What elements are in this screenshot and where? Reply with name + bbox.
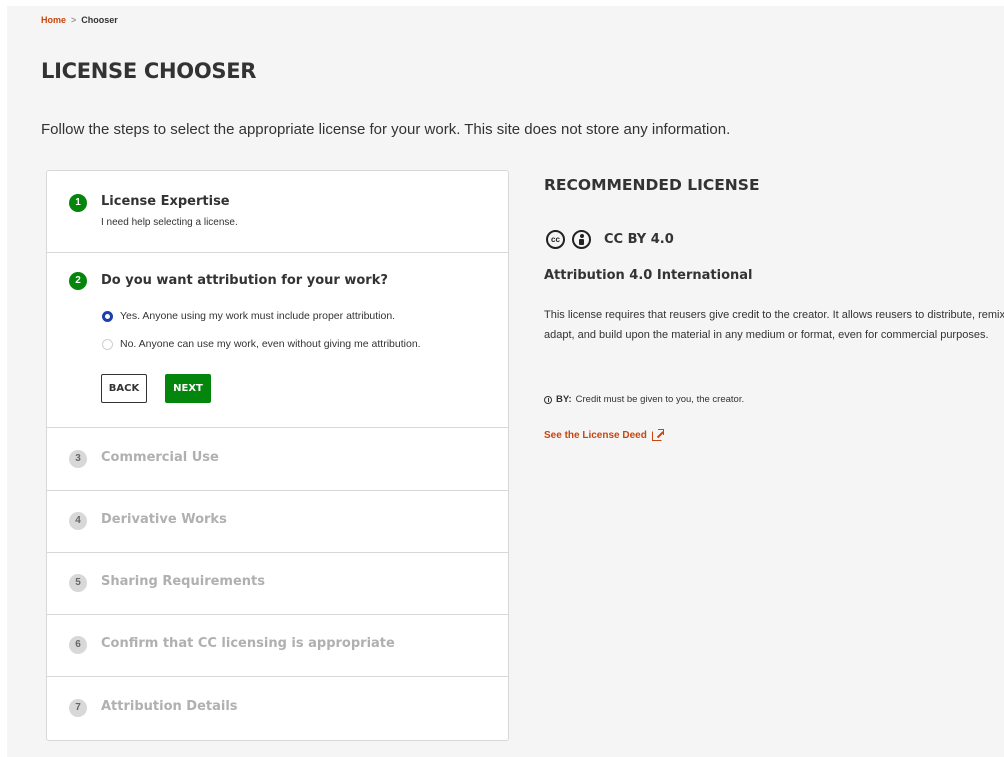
step-number-badge: 2 (69, 272, 87, 290)
step-number-badge: 3 (69, 450, 87, 468)
license-name: Attribution 4.0 International (544, 268, 753, 283)
option-attribution-no[interactable]: No. Anyone can use my work, even without… (102, 338, 421, 350)
step-number-badge: 1 (69, 194, 87, 212)
next-button[interactable]: NEXT (165, 374, 211, 403)
external-link-icon (651, 428, 664, 441)
step-title: Attribution Details (101, 699, 238, 714)
option-label: No. Anyone can use my work, even without… (120, 338, 421, 350)
by-label: BY: (556, 394, 572, 405)
step-number-badge: 4 (69, 512, 87, 530)
license-description: This license requires that reusers give … (544, 309, 1004, 341)
step-title: Derivative Works (101, 512, 227, 527)
recommended-license-panel: RECOMMENDED LICENSE cc CC BY 4.0 Attribu… (544, 176, 1004, 441)
breadcrumb-home-link[interactable]: Home (41, 15, 66, 25)
license-by-element: BY: Credit must be given to you, the cre… (544, 394, 744, 405)
option-attribution-yes[interactable]: Yes. Anyone using my work must include p… (102, 310, 395, 322)
by-description: Credit must be given to you, the creator… (575, 394, 745, 405)
step-title: Confirm that CC licensing is appropriate (101, 636, 395, 651)
page-title: LICENSE CHOOSER (41, 59, 257, 83)
step-title: Do you want attribution for your work? (101, 273, 388, 288)
back-button[interactable]: BACK (101, 374, 147, 403)
license-deed-link[interactable]: See the License Deed (544, 428, 664, 441)
deed-link-label: See the License Deed (544, 430, 647, 441)
license-code: CC BY 4.0 (604, 232, 674, 247)
option-label: Yes. Anyone using my work must include p… (120, 310, 396, 322)
step-confirm-licensing[interactable]: 6 Confirm that CC licensing is appropria… (47, 615, 508, 677)
license-stepper: 1 License Expertise I need help selectin… (46, 170, 509, 741)
cc-icon: cc (546, 230, 565, 249)
step-number-badge: 6 (69, 636, 87, 654)
breadcrumb-current: Chooser (81, 15, 118, 25)
step-license-expertise[interactable]: 1 License Expertise I need help selectin… (47, 171, 508, 253)
intro-text: Follow the steps to select the appropria… (41, 121, 731, 138)
radio-selected-icon[interactable] (102, 310, 113, 322)
license-code-row: cc CC BY 4.0 (546, 230, 674, 249)
step-number-badge: 5 (69, 574, 87, 592)
step-attribution: 2 Do you want attribution for your work?… (47, 253, 508, 428)
radio-unselected-icon[interactable] (102, 338, 113, 350)
step-attribution-details[interactable]: 7 Attribution Details (47, 677, 508, 740)
step-sharing-requirements[interactable]: 5 Sharing Requirements (47, 553, 508, 615)
by-icon (572, 230, 591, 249)
breadcrumb-chevron-icon: > (71, 15, 77, 25)
step-title: Sharing Requirements (101, 574, 265, 589)
step-title: License Expertise (101, 194, 230, 209)
step-number-badge: 7 (69, 699, 87, 717)
by-small-icon (544, 395, 552, 404)
step-subtitle: I need help selecting a license. (101, 217, 238, 228)
page-background: Home > Chooser LICENSE CHOOSER Follow th… (7, 6, 1004, 757)
step-commercial-use[interactable]: 3 Commercial Use (47, 428, 508, 491)
step-title: Commercial Use (101, 450, 219, 465)
recommended-license-heading: RECOMMENDED LICENSE (544, 176, 760, 194)
breadcrumb: Home > Chooser (41, 15, 118, 25)
step-derivative-works[interactable]: 4 Derivative Works (47, 491, 508, 553)
